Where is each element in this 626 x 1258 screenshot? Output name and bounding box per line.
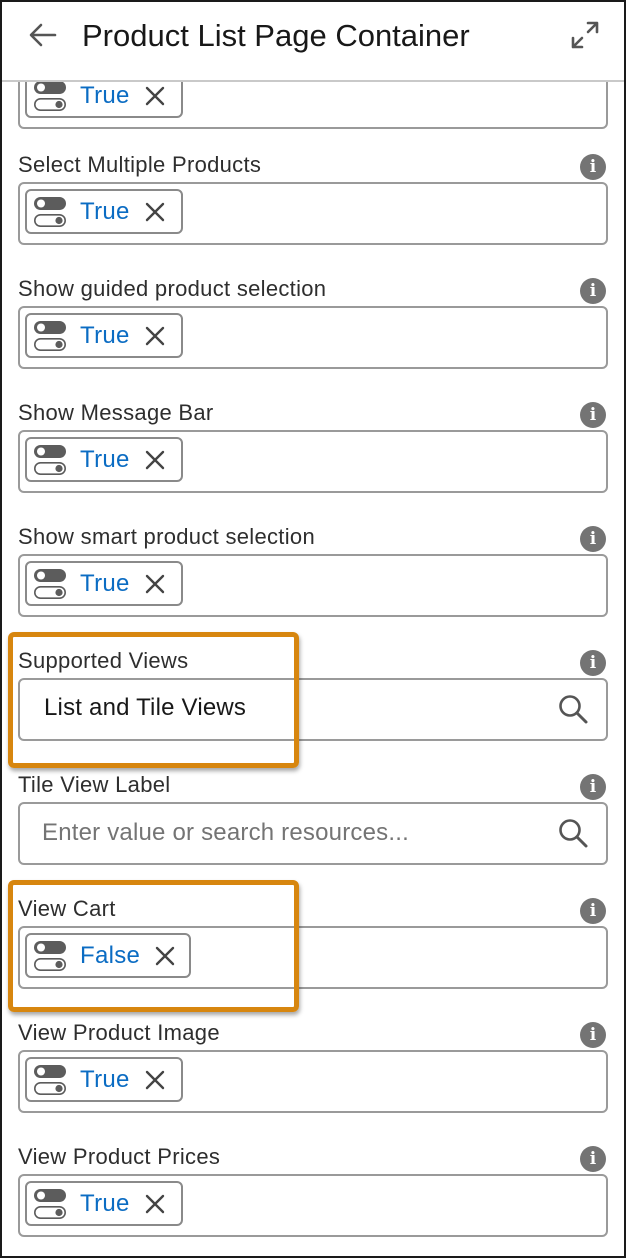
field-label: View Product Prices bbox=[18, 1144, 221, 1169]
boolean-value: True bbox=[80, 321, 130, 349]
close-icon[interactable] bbox=[144, 85, 166, 107]
boolean-pill[interactable]: False bbox=[25, 933, 191, 978]
toggle-icon bbox=[33, 1064, 66, 1095]
boolean-field-box[interactable]: True bbox=[18, 1174, 608, 1237]
boolean-field-box[interactable]: True bbox=[18, 182, 608, 245]
boolean-field-box[interactable]: True bbox=[18, 306, 608, 369]
info-icon[interactable]: i bbox=[580, 402, 606, 428]
panel-header: Product List Page Container bbox=[2, 2, 624, 82]
boolean-pill[interactable]: True bbox=[25, 1181, 183, 1226]
boolean-value: True bbox=[80, 445, 130, 473]
close-icon[interactable] bbox=[144, 1069, 166, 1091]
close-icon[interactable] bbox=[154, 945, 176, 967]
field-label: Show guided product selection bbox=[18, 276, 327, 301]
expand-icon bbox=[571, 21, 599, 49]
close-icon[interactable] bbox=[144, 325, 166, 347]
toggle-icon bbox=[33, 940, 66, 971]
boolean-value: True bbox=[80, 569, 130, 597]
boolean-field-box[interactable]: False bbox=[18, 926, 608, 989]
boolean-field-box[interactable]: True bbox=[18, 1050, 608, 1113]
boolean-pill[interactable]: True bbox=[25, 313, 183, 358]
boolean-field-box[interactable]: True bbox=[18, 430, 608, 493]
toggle-icon bbox=[33, 320, 66, 351]
boolean-pill[interactable]: True bbox=[25, 1057, 183, 1102]
expand-button[interactable] bbox=[568, 18, 602, 52]
property-panel: True Select Multiple Products i True Sho… bbox=[0, 0, 626, 1258]
toggle-icon bbox=[33, 1188, 66, 1219]
panel-content: True Select Multiple Products i True Sho… bbox=[2, 2, 624, 1256]
info-icon[interactable]: i bbox=[580, 154, 606, 180]
arrow-left-icon bbox=[29, 23, 57, 47]
close-icon[interactable] bbox=[144, 1193, 166, 1215]
field-label: View Product Image bbox=[18, 1020, 220, 1045]
field-label: Supported Views bbox=[18, 648, 189, 673]
boolean-field-box[interactable]: True bbox=[18, 554, 608, 617]
back-button[interactable] bbox=[26, 18, 60, 52]
search-icon[interactable] bbox=[556, 692, 590, 726]
field-label: Show smart product selection bbox=[18, 524, 315, 549]
info-icon[interactable]: i bbox=[580, 774, 606, 800]
toggle-icon bbox=[33, 80, 66, 111]
info-icon[interactable]: i bbox=[580, 1022, 606, 1048]
info-icon[interactable]: i bbox=[580, 278, 606, 304]
boolean-value: True bbox=[80, 1189, 130, 1217]
page-title: Product List Page Container bbox=[82, 18, 470, 53]
tile-view-label-input[interactable] bbox=[42, 814, 542, 852]
field-label: Show Message Bar bbox=[18, 400, 214, 425]
boolean-pill[interactable]: True bbox=[25, 561, 183, 606]
toggle-icon bbox=[33, 568, 66, 599]
supported-views-value: List and Tile Views bbox=[44, 694, 247, 721]
close-icon[interactable] bbox=[144, 449, 166, 471]
boolean-pill[interactable]: True bbox=[25, 437, 183, 482]
info-icon[interactable]: i bbox=[580, 898, 606, 924]
boolean-value: True bbox=[80, 197, 130, 225]
supported-views-input[interactable]: List and Tile Views bbox=[18, 678, 608, 741]
boolean-pill[interactable]: True bbox=[25, 189, 183, 234]
field-label: Select Multiple Products bbox=[18, 152, 262, 177]
search-icon[interactable] bbox=[556, 816, 590, 850]
tile-view-label-box bbox=[18, 802, 608, 865]
toggle-icon bbox=[33, 196, 66, 227]
info-icon[interactable]: i bbox=[580, 526, 606, 552]
boolean-value: True bbox=[80, 1065, 130, 1093]
boolean-value: True bbox=[80, 81, 130, 109]
close-icon[interactable] bbox=[144, 573, 166, 595]
boolean-value: False bbox=[80, 941, 141, 969]
close-icon[interactable] bbox=[144, 201, 166, 223]
field-label: View Cart bbox=[18, 896, 116, 921]
toggle-icon bbox=[33, 444, 66, 475]
info-icon[interactable]: i bbox=[580, 650, 606, 676]
field-label: Tile View Label bbox=[18, 772, 171, 797]
info-icon[interactable]: i bbox=[580, 1146, 606, 1172]
